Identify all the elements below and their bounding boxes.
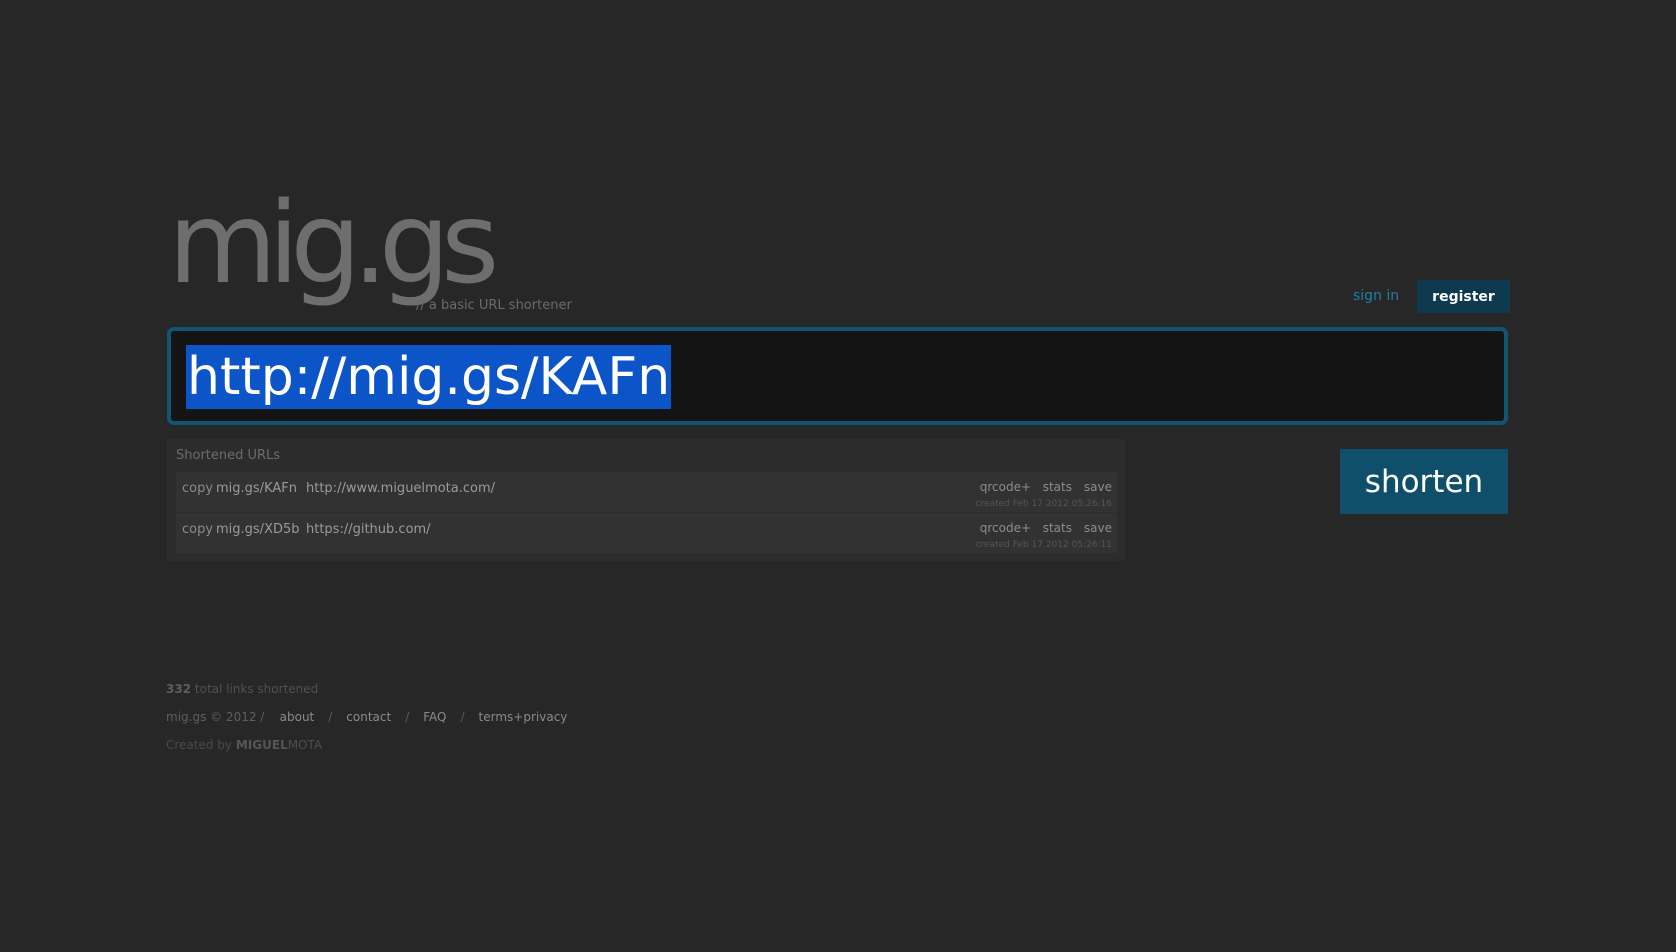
- author-brand-bold[interactable]: MIGUEL: [236, 738, 288, 752]
- footer-links: mig.gs © 2012 / about / contact / FAQ / terms+…: [166, 710, 567, 724]
- link-count-number: 332: [166, 682, 192, 696]
- site-tagline: // a basic URL shortener: [416, 298, 572, 313]
- site-logo[interactable]: mig.gs: [168, 188, 499, 300]
- terms-privacy-link[interactable]: terms+privacy: [479, 710, 568, 724]
- sign-in-link[interactable]: sign in: [1353, 288, 1399, 304]
- url-input[interactable]: http://mig.gs/KAFn: [167, 327, 1508, 425]
- original-url-link[interactable]: http://www.miguelmota.com/: [306, 481, 495, 496]
- copyright: mig.gs © 2012 /: [166, 710, 265, 724]
- url-input-value[interactable]: http://mig.gs/KAFn: [186, 345, 672, 409]
- copy-button[interactable]: copy: [182, 522, 213, 537]
- footer-separator: /: [460, 710, 465, 724]
- short-url-link[interactable]: mig.gs/KAFn: [216, 481, 297, 496]
- credit: Created by MIGUELMOTA: [166, 738, 322, 752]
- created-timestamp: created Feb 17 2012 05:26:16: [975, 499, 1112, 509]
- copy-button[interactable]: copy: [182, 481, 213, 496]
- footer-separator: /: [328, 710, 333, 724]
- created-timestamp: created Feb 17 2012 05:26:11: [975, 540, 1112, 550]
- link-count-label: total links shortened: [194, 682, 319, 696]
- about-link[interactable]: about: [280, 710, 315, 724]
- footer-separator: /: [405, 710, 410, 724]
- stats-link[interactable]: stats: [1043, 521, 1072, 535]
- shortened-urls-panel: Shortened URLs copy mig.gs/KAFn http://w…: [167, 439, 1125, 561]
- footer: 332 total links shortened mig.gs © 2012 …: [166, 682, 567, 752]
- shorten-button[interactable]: shorten: [1340, 449, 1508, 514]
- author-brand-light[interactable]: MOTA: [288, 738, 322, 752]
- shortened-url-row: copy mig.gs/XD5b https://github.com/ qrc…: [176, 513, 1117, 553]
- qrcode-link[interactable]: qrcode+: [980, 480, 1031, 494]
- save-link[interactable]: save: [1084, 480, 1112, 494]
- page: mig.gs // a basic URL shortener sign in …: [0, 0, 1676, 952]
- contact-link[interactable]: contact: [346, 710, 391, 724]
- panel-title: Shortened URLs: [176, 448, 281, 463]
- link-count: 332 total links shortened: [166, 682, 318, 696]
- save-link[interactable]: save: [1084, 521, 1112, 535]
- stats-link[interactable]: stats: [1043, 480, 1072, 494]
- shortened-url-list: copy mig.gs/KAFn http://www.miguelmota.c…: [176, 472, 1117, 554]
- original-url-link[interactable]: https://github.com/: [306, 522, 431, 537]
- credit-label: Created by: [166, 738, 233, 752]
- short-url-link[interactable]: mig.gs/XD5b: [216, 522, 300, 537]
- shortened-url-row: copy mig.gs/KAFn http://www.miguelmota.c…: [176, 472, 1117, 512]
- qrcode-link[interactable]: qrcode+: [980, 521, 1031, 535]
- faq-link[interactable]: FAQ: [423, 710, 446, 724]
- register-button[interactable]: register: [1417, 280, 1510, 313]
